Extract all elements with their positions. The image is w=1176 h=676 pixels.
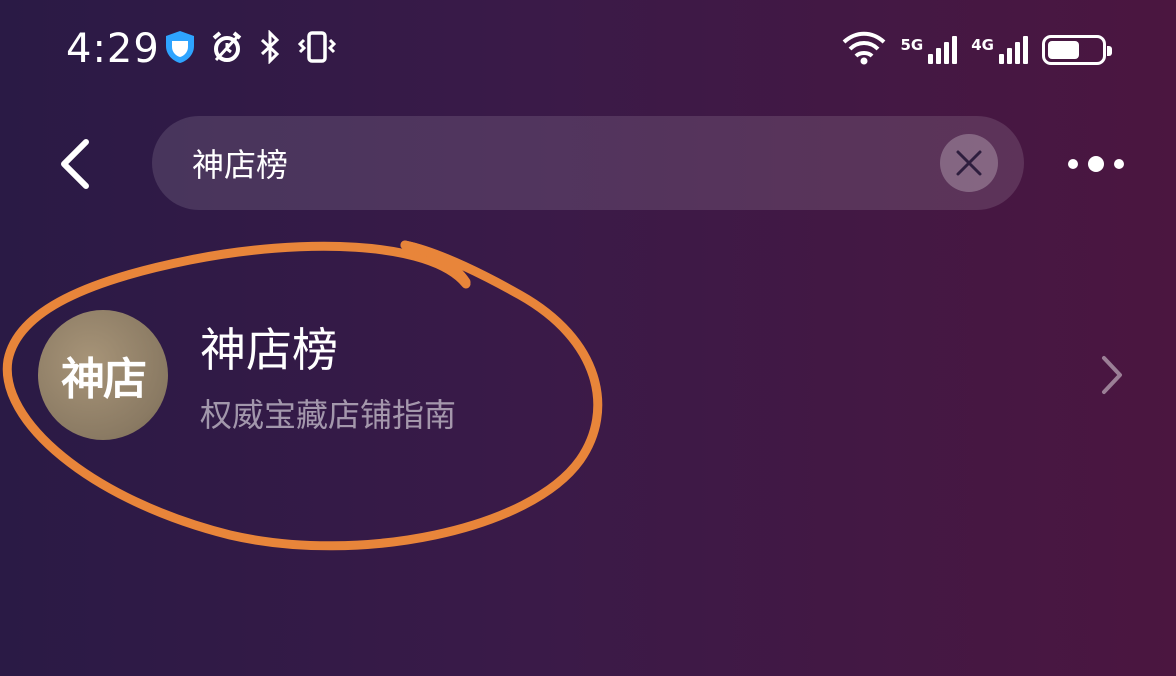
close-icon — [956, 150, 982, 176]
signal-4g-icon: 4G — [971, 36, 1028, 64]
shield-icon — [164, 30, 196, 68]
avatar-text: 神店 — [61, 354, 147, 405]
wifi-icon — [841, 30, 887, 70]
result-title: 神店榜 — [200, 323, 338, 377]
avatar: 神店 — [38, 310, 168, 440]
result-subtitle: 权威宝藏店铺指南 — [200, 396, 457, 434]
status-icons-right: 5G 4G — [841, 30, 1112, 70]
signal-5g-icon: 5G — [901, 36, 958, 64]
bluetooth-icon — [258, 29, 282, 68]
search-bar — [152, 116, 1024, 210]
alarm-icon — [210, 30, 244, 68]
status-icons-left — [164, 29, 338, 68]
more-dot — [1068, 159, 1078, 169]
back-button[interactable] — [52, 136, 102, 192]
search-input[interactable] — [190, 143, 894, 183]
chevron-right-icon — [1102, 356, 1122, 394]
more-options-button[interactable] — [1056, 146, 1136, 182]
sim1-label: 5G — [900, 36, 924, 54]
more-dot — [1114, 159, 1124, 169]
clear-search-button[interactable] — [940, 134, 998, 192]
status-time: 4:29 — [66, 26, 160, 72]
chevron-left-icon — [61, 139, 89, 189]
battery-icon — [1042, 35, 1112, 65]
search-result-item[interactable]: 神店 神店榜 权威宝藏店铺指南 — [0, 290, 1176, 460]
status-bar: 4:29 5G 4G — [0, 0, 1176, 100]
vibrate-icon — [296, 30, 338, 68]
search-header — [0, 116, 1176, 212]
more-dot — [1088, 156, 1104, 172]
sim2-label: 4G — [971, 36, 994, 54]
